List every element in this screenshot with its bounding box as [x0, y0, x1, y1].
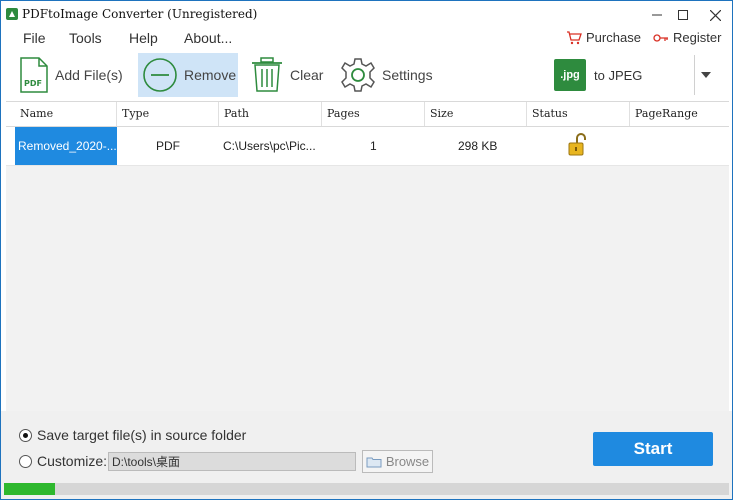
- source-folder-label[interactable]: Save target file(s) in source folder: [37, 427, 246, 443]
- maximize-button[interactable]: [668, 1, 698, 29]
- key-icon: [653, 33, 668, 42]
- purchase-link[interactable]: Purchase: [566, 30, 641, 45]
- column-header-status[interactable]: Status: [527, 102, 630, 126]
- menu-help[interactable]: Help: [129, 30, 158, 46]
- customize-label[interactable]: Customize:: [37, 453, 107, 469]
- maximize-icon: [678, 10, 688, 20]
- cell-pages: 1: [370, 139, 377, 153]
- add-files-button[interactable]: PDF Add File(s): [19, 53, 123, 97]
- remove-button[interactable]: Remove: [138, 53, 238, 97]
- app-window: PDFtoImage Converter (Unregistered) File…: [0, 0, 733, 500]
- cell-type: PDF: [156, 139, 180, 153]
- cell-size: 298 KB: [458, 139, 498, 153]
- app-logo-icon: [6, 8, 18, 20]
- cell-path: C:\Users\pc\Pic...: [223, 139, 316, 153]
- toolbar: PDF Add File(s) Remove Clear Settings .j…: [1, 53, 732, 99]
- start-button[interactable]: Start: [593, 432, 713, 466]
- add-files-label: Add File(s): [55, 67, 123, 83]
- table-header: Name Type Path Pages Size Status PageRan…: [6, 102, 729, 127]
- column-header-pagerange[interactable]: PageRange: [630, 102, 729, 126]
- window-title: PDFtoImage Converter (Unregistered): [22, 7, 258, 21]
- close-icon: [709, 9, 721, 21]
- register-label: Register: [673, 30, 722, 45]
- browse-label: Browse: [385, 454, 430, 469]
- output-format-selector[interactable]: .jpg to JPEG: [554, 55, 695, 95]
- column-header-pages[interactable]: Pages: [322, 102, 425, 126]
- register-link[interactable]: Register: [653, 30, 721, 45]
- table-row[interactable]: Removed_2020-... PDF C:\Users\pc\Pic... …: [6, 127, 729, 166]
- close-button[interactable]: [700, 1, 730, 29]
- menu-bar: File Tools Help About... Purchase Regist…: [1, 29, 732, 49]
- svg-text:PDF: PDF: [24, 79, 42, 88]
- menu-tools[interactable]: Tools: [69, 30, 102, 46]
- folder-icon: [366, 457, 382, 467]
- clear-button[interactable]: Clear: [250, 53, 323, 97]
- column-header-type[interactable]: Type: [117, 102, 219, 126]
- title-bar: PDFtoImage Converter (Unregistered): [1, 1, 732, 29]
- menu-about[interactable]: About...: [184, 30, 232, 46]
- cell-pagerange[interactable]: [634, 127, 724, 165]
- shopping-cart-icon: [567, 30, 582, 44]
- pdf-file-icon: PDF: [20, 57, 48, 93]
- custom-path-field[interactable]: D:\tools\桌面: [108, 452, 356, 471]
- clear-label: Clear: [290, 67, 324, 83]
- trash-can-icon: [252, 57, 282, 92]
- jpg-format-icon: .jpg: [554, 59, 586, 91]
- settings-label: Settings: [382, 67, 433, 83]
- menu-file[interactable]: File: [23, 30, 46, 46]
- output-panel: Save target file(s) in source folder Cus…: [1, 411, 732, 499]
- progress-bar: [4, 483, 729, 495]
- progress-fill: [4, 483, 55, 495]
- cell-status: [568, 127, 592, 165]
- settings-button[interactable]: Settings: [340, 53, 433, 97]
- column-header-path[interactable]: Path: [219, 102, 322, 126]
- file-list[interactable]: Name Type Path Pages Size Status PageRan…: [6, 101, 729, 412]
- source-folder-radio[interactable]: [19, 429, 32, 442]
- remove-minus-icon: [143, 58, 177, 92]
- unlocked-padlock-icon: [568, 133, 586, 156]
- browse-button[interactable]: Browse: [362, 450, 433, 473]
- customize-radio[interactable]: [19, 455, 32, 468]
- cell-name: Removed_2020-...: [15, 127, 117, 165]
- purchase-label: Purchase: [586, 30, 641, 45]
- format-dropdown-button[interactable]: [698, 67, 714, 83]
- column-header-name[interactable]: Name: [15, 102, 117, 126]
- remove-label: Remove: [184, 67, 237, 83]
- chevron-down-icon: [701, 72, 711, 78]
- gear-icon: [341, 58, 375, 92]
- format-label: to JPEG: [594, 67, 643, 83]
- column-header-size[interactable]: Size: [425, 102, 527, 126]
- minimize-icon: [652, 14, 662, 16]
